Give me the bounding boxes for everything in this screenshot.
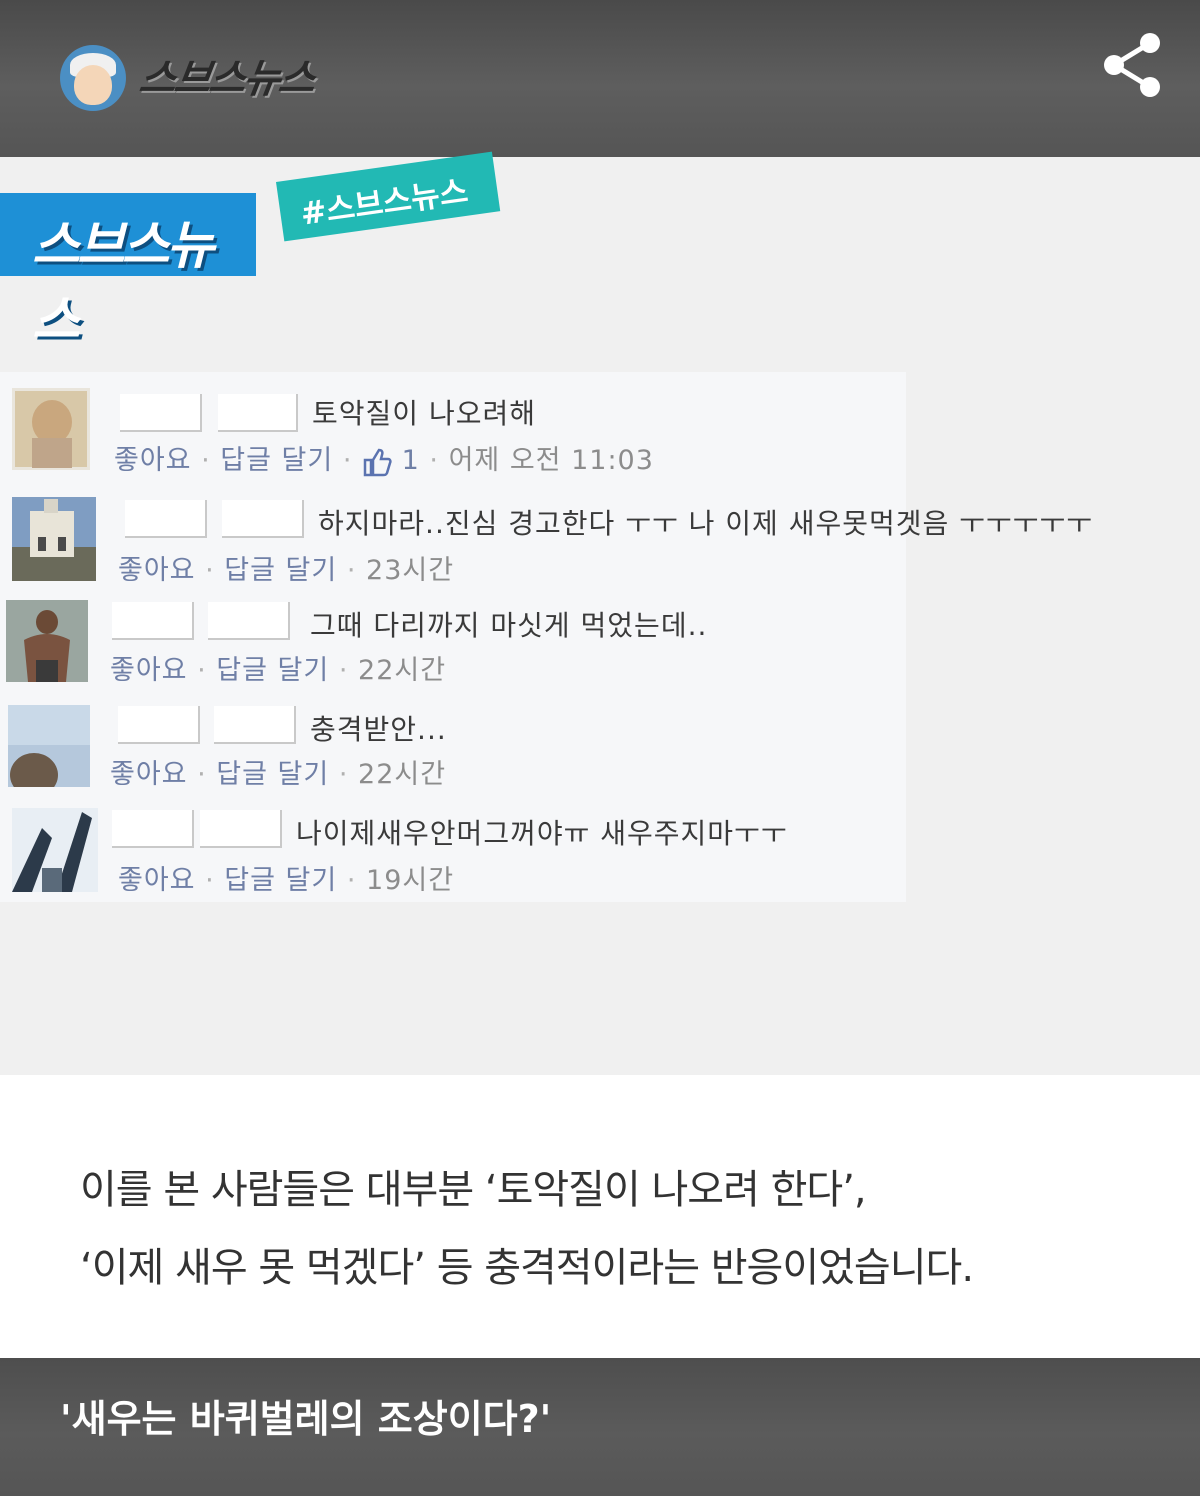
article-body: 이를 본 사람들은 대부분 ‘토악질이 나오려 한다’, ‘이제 새우 못 먹겠… xyxy=(0,1075,1200,1358)
comment-text: 하지마라..진심 경고한다 ㅜㅜ 나 이제 새우못먹겟음 ㅜㅜㅜㅜㅜ xyxy=(318,507,1093,540)
article-line-2: ‘이제 새우 못 먹겠다’ 등 충격적이라는 반응이었습니다. xyxy=(80,1245,974,1291)
reply-link[interactable]: 답글 달기 xyxy=(224,865,337,896)
profile-photo xyxy=(8,705,90,787)
reply-link[interactable]: 답글 달기 xyxy=(216,759,329,790)
reply-link[interactable]: 답글 달기 xyxy=(224,555,337,586)
profile-photo xyxy=(12,388,90,470)
redacted-name xyxy=(118,706,200,744)
comment-text: 토악질이 나오려해 xyxy=(312,397,536,430)
reply-link[interactable]: 답글 달기 xyxy=(216,655,329,686)
like-link[interactable]: 좋아요 xyxy=(110,655,188,686)
like-link[interactable]: 좋아요 xyxy=(110,759,188,790)
comment-time: 22시간 xyxy=(358,655,447,686)
avatar-face xyxy=(74,65,112,105)
thumbs-up-icon xyxy=(363,448,392,476)
comment-time: 22시간 xyxy=(358,759,447,790)
share-icon[interactable] xyxy=(1100,30,1166,100)
like-link[interactable]: 좋아요 xyxy=(118,865,196,896)
comment-text: 그때 다리까지 마싯게 먹었는데.. xyxy=(310,609,708,642)
comment-time: 어제 오전 11:03 xyxy=(448,445,654,476)
like-link[interactable]: 좋아요 xyxy=(114,445,192,476)
sbs-news-logo: 스브스뉴스 xyxy=(0,193,256,351)
redacted-name xyxy=(208,602,290,640)
comment-screenshot: 토악질이 나오려해 좋아요 · 답글 달기 · 1 · 어제 오전 11:03 … xyxy=(0,372,1092,902)
comment-time: 19시간 xyxy=(366,865,455,896)
channel-name[interactable]: 스브스뉴스 xyxy=(136,46,318,104)
comment-text: 충격받안... xyxy=(310,713,447,746)
redacted-name xyxy=(120,394,202,432)
profile-photo xyxy=(6,600,88,682)
reply-link[interactable]: 답글 달기 xyxy=(220,445,333,476)
top-header: 스브스뉴스 xyxy=(0,0,1200,157)
redacted-name xyxy=(125,500,207,538)
comment-meta: 좋아요 · 답글 달기 · 22시간 xyxy=(110,759,447,790)
like-count: 1 xyxy=(401,445,420,476)
logo-text: 스브스뉴스 xyxy=(32,216,214,351)
redacted-name xyxy=(218,394,298,432)
profile-photo xyxy=(12,497,96,581)
channel-avatar[interactable] xyxy=(60,45,126,111)
comment-meta: 좋아요 · 답글 달기 · 1 · 어제 오전 11:03 xyxy=(114,445,654,476)
redacted-name xyxy=(222,500,304,538)
next-slide-caption: '새우는 바퀴벌레의 조상이다?' xyxy=(60,1397,552,1441)
comment-meta: 좋아요 · 답글 달기 · 23시간 xyxy=(118,555,455,586)
comment-text: 나이제새우안머그꺼야ㅠ 새우주지마ㅜㅜ xyxy=(296,817,788,850)
comment-time: 23시간 xyxy=(366,555,455,586)
profile-photo xyxy=(12,808,98,892)
comment-meta: 좋아요 · 답글 달기 · 19시간 xyxy=(118,865,455,896)
article-line-1: 이를 본 사람들은 대부분 ‘토악질이 나오려 한다’, xyxy=(80,1167,867,1213)
like-link[interactable]: 좋아요 xyxy=(118,555,196,586)
redacted-name xyxy=(214,706,296,744)
redacted-name xyxy=(200,810,282,848)
bottom-caption-bar: '새우는 바퀴벌레의 조상이다?' xyxy=(0,1358,1200,1496)
redacted-name xyxy=(112,810,194,848)
comment-meta: 좋아요 · 답글 달기 · 22시간 xyxy=(110,655,447,686)
redacted-name xyxy=(112,602,194,640)
